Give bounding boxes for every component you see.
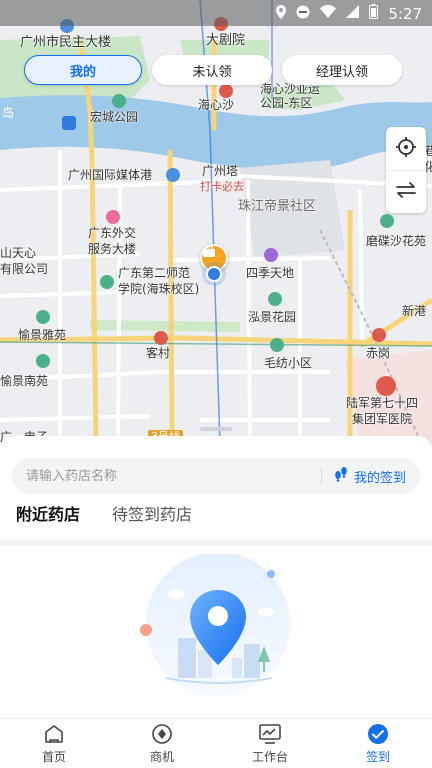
poi-subway-icon[interactable] — [372, 328, 386, 342]
map-label: 公园-东区 — [260, 96, 313, 110]
map-label: 赤岗 — [366, 346, 391, 360]
filter-unclaimed[interactable]: 未认领 — [152, 55, 272, 85]
location-icon — [276, 4, 287, 23]
tab-nearby-pharmacies[interactable]: 附近药店 — [16, 500, 80, 546]
current-location-dot — [206, 266, 222, 282]
map-label: 愉景雅苑 — [18, 328, 67, 342]
locate-button[interactable] — [386, 127, 426, 170]
footprint-icon — [334, 466, 348, 486]
nav-label: 签到 — [365, 750, 390, 764]
checkin-icon — [366, 722, 390, 746]
nav-opportunity[interactable]: 商机 — [108, 719, 216, 768]
nav-checkin[interactable]: 签到 — [324, 719, 432, 768]
poi-shopping-icon[interactable] — [264, 248, 278, 262]
claim-filter-tabs: 我的 未认领 经理认领 — [24, 55, 402, 85]
map-label: 陆军第七十四 — [346, 396, 419, 410]
map-label: 广州塔 — [202, 164, 239, 178]
map-label: 有限公司 — [0, 262, 49, 276]
pharmacy-search-input[interactable] — [12, 468, 321, 484]
tab-pending-checkin[interactable]: 待签到药店 — [112, 500, 192, 540]
map-label: 海心沙 — [198, 98, 235, 112]
map-label: 四季天地 — [246, 266, 295, 280]
map-label: 服务大楼 — [88, 242, 137, 256]
my-checkin-link[interactable]: 我的签到 — [320, 466, 420, 486]
poi-subway-icon[interactable] — [219, 84, 233, 98]
map-label: 打卡必去 — [200, 180, 244, 193]
map-label: 客村 — [146, 346, 171, 360]
empty-state-illustration — [136, 552, 296, 714]
poi-residence-icon[interactable] — [268, 292, 282, 306]
nav-workbench[interactable]: 工作台 — [216, 719, 324, 768]
poi-residence-icon[interactable] — [270, 338, 284, 352]
map-label: 宏城公园 — [90, 110, 139, 124]
bottom-nav: 首页 商机 工作台 签到 — [0, 718, 432, 768]
clock: 5:27 — [388, 4, 422, 23]
filter-manager-claimed[interactable]: 经理认领 — [282, 55, 402, 85]
battery-icon — [369, 4, 379, 23]
poi-residence-icon[interactable] — [36, 310, 50, 324]
poi-school-icon[interactable] — [100, 275, 114, 289]
map-label: 新港 — [402, 304, 427, 318]
status-icons: 5:27 — [276, 4, 422, 23]
poi-residence-icon[interactable] — [380, 214, 394, 228]
map-label: 岛 — [2, 106, 15, 120]
map-label: 广州市民主大楼 — [20, 35, 112, 50]
crosshair-icon — [395, 136, 417, 162]
wifi-icon — [320, 5, 337, 22]
poi-landmark-icon[interactable] — [106, 210, 120, 224]
filter-mine[interactable]: 我的 — [24, 55, 142, 85]
map-label: 愉景南苑 — [0, 374, 49, 388]
map-label: 广州国际媒体港 — [68, 168, 153, 182]
sheet-drag-handle[interactable] — [200, 427, 232, 431]
poi-subway-icon[interactable] — [154, 331, 168, 345]
switch-button[interactable] — [386, 170, 426, 213]
status-bar: 5:27 — [0, 0, 432, 26]
signal-icon — [346, 5, 360, 22]
poi-park-icon[interactable] — [112, 94, 126, 108]
map-label: 集团军医院 — [352, 412, 413, 426]
poi-residence-icon[interactable] — [36, 354, 50, 368]
workbench-icon — [258, 722, 282, 746]
parking-icon[interactable] — [62, 116, 76, 130]
poi-building-icon[interactable] — [166, 168, 180, 182]
nav-home[interactable]: 首页 — [0, 719, 108, 768]
nav-label: 首页 — [41, 750, 66, 764]
nav-label: 商机 — [149, 750, 174, 764]
map-label: 泓景花园 — [248, 310, 297, 324]
opportunity-icon — [150, 722, 174, 746]
pharmacy-tabs: 附近药店 待签到药店 — [0, 500, 432, 546]
swap-arrows-icon — [395, 181, 417, 203]
nav-label: 工作台 — [251, 750, 288, 764]
dnd-icon — [296, 5, 310, 23]
home-icon — [42, 722, 66, 746]
map-label: 广东外交 — [88, 226, 137, 240]
map-label: 学院(海珠校区) — [118, 282, 200, 296]
map-label: 磨碟沙花苑 — [366, 234, 427, 248]
my-checkin-label: 我的签到 — [353, 470, 406, 486]
map-label: 大剧院 — [206, 33, 246, 48]
map-label: 山天心 — [0, 246, 37, 260]
bottom-sheet: 我的签到 附近药店 待签到药店 — [0, 427, 432, 718]
search-bar: 我的签到 — [12, 458, 420, 494]
divider — [0, 540, 432, 546]
map-tools — [386, 127, 426, 213]
map-label: 珠江帝景社区 — [238, 199, 317, 214]
map-label: 广东第二师范 — [118, 266, 191, 280]
hospital-icon[interactable] — [376, 376, 396, 396]
map-label: 毛纺小区 — [264, 356, 313, 370]
